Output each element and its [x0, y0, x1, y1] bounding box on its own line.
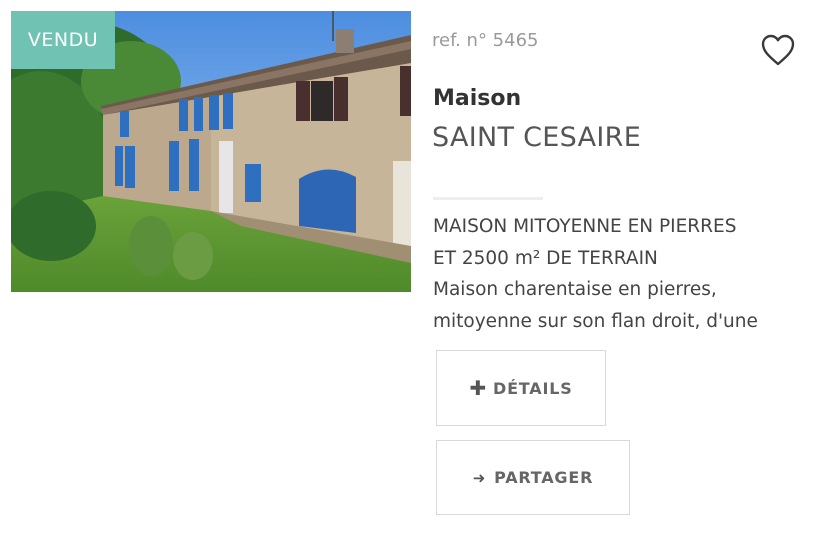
description-line: MAISON MITOYENNE EN PIERRES [433, 216, 737, 237]
property-city: SAINT CESAIRE [432, 122, 642, 153]
share-button[interactable]: ➜ PARTAGER [436, 440, 630, 515]
heart-icon [761, 34, 795, 66]
listing-photo[interactable]: VENDU [11, 11, 411, 292]
description-line: Maison charentaise en pierres, [433, 279, 717, 300]
details-button[interactable]: ✚ DÉTAILS [436, 350, 606, 426]
divider [433, 197, 543, 200]
favorite-button[interactable] [760, 33, 796, 67]
share-label: PARTAGER [494, 468, 594, 487]
property-type: Maison [433, 86, 522, 111]
description-line: mitoyenne sur son flan droit, d'une [433, 310, 758, 332]
status-badge: VENDU [11, 11, 115, 69]
description-line: ET 2500 m² DE TERRAIN [433, 247, 658, 269]
plus-icon: ✚ [469, 376, 487, 400]
listing-description: MAISON MITOYENNE EN PIERRES ET 2500 m² D… [433, 211, 818, 333]
reference-number: ref. n° 5465 [432, 30, 539, 51]
details-label: DÉTAILS [493, 378, 573, 398]
arrow-right-icon: ➜ [472, 468, 487, 487]
